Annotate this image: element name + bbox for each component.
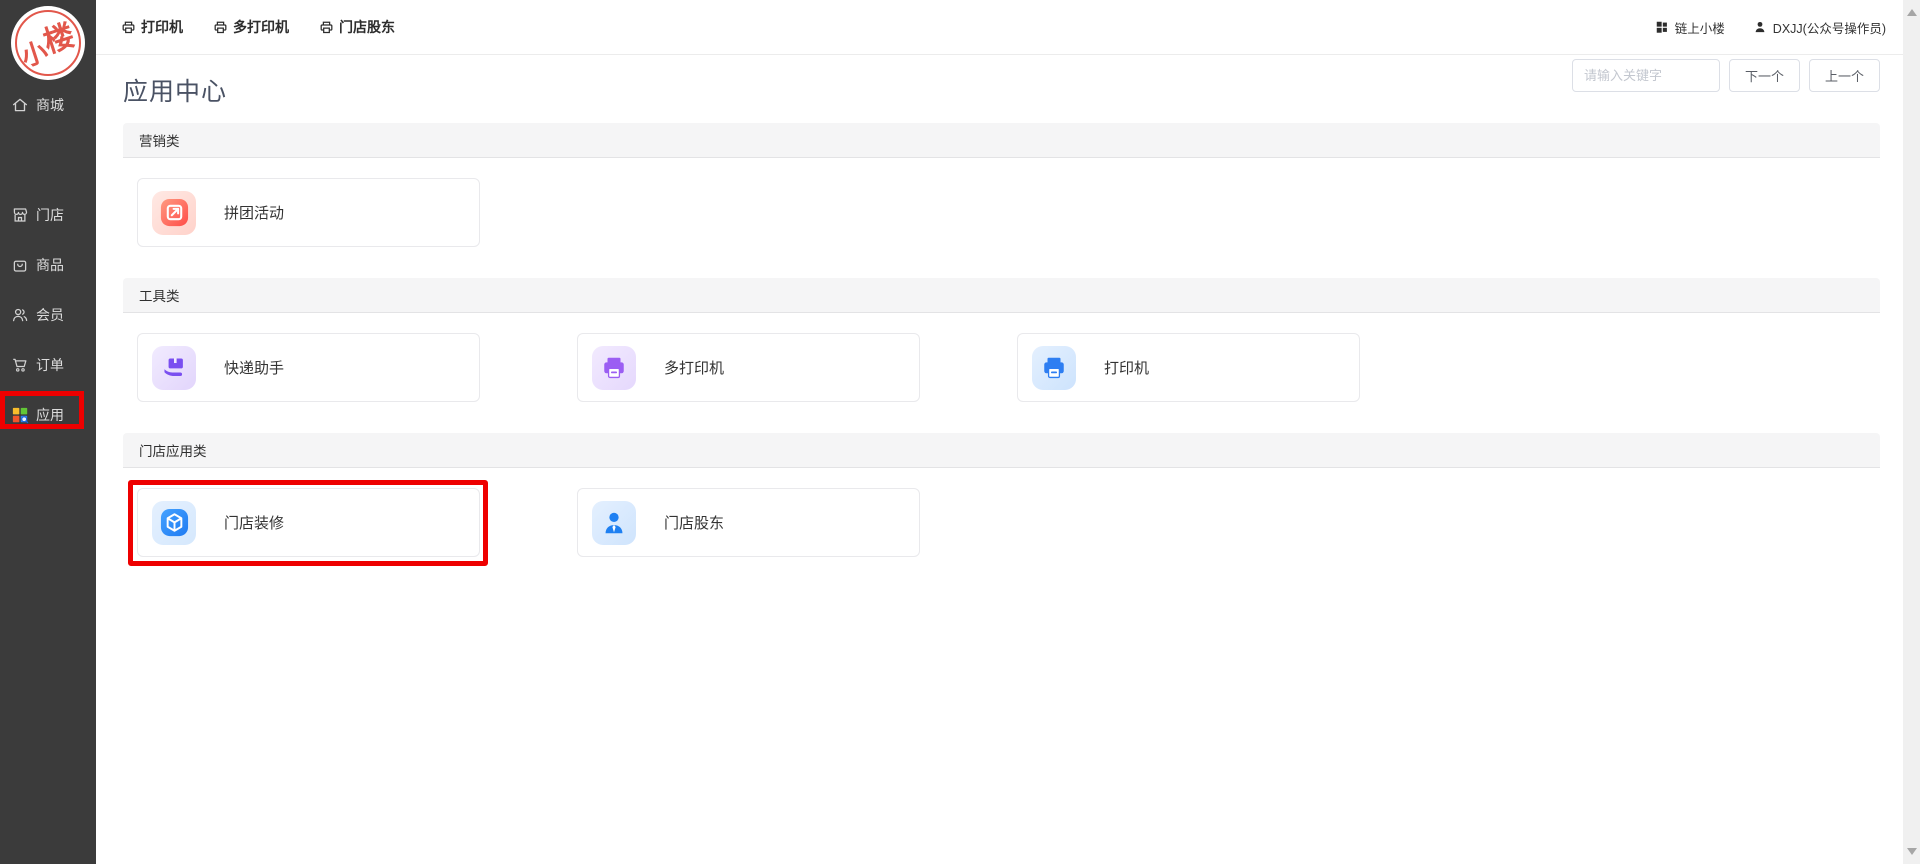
app-label: 门店装修 <box>224 512 284 533</box>
section-marketing: 营销类 拼团活动 <box>123 123 1880 247</box>
sidebar-item-mall[interactable]: 商城 <box>0 95 96 115</box>
section-header-tools: 工具类 <box>123 278 1880 313</box>
app-card-store-decoration[interactable]: 门店装修 <box>137 488 480 557</box>
sidebar-item-label: 订单 <box>36 355 64 375</box>
card-wrap: 拼团活动 <box>137 178 480 247</box>
content: 应用中心 下一个 上一个 营销类 拼团活动 工具类 <box>96 55 1903 557</box>
card-wrap: 快递助手 <box>137 333 480 402</box>
multi-printer-icon <box>592 346 636 390</box>
printer-icon <box>121 20 136 35</box>
scrollbar[interactable] <box>1903 0 1920 864</box>
home-icon <box>11 96 29 114</box>
app-card-store-shareholder[interactable]: 门店股东 <box>577 488 920 557</box>
sidebar-nav: 商城 门店 商品 会员 订单 应用 <box>0 95 96 425</box>
topbar: 打印机 多打印机 门店股东 链上小楼 DXJJ(公众号操作员) <box>96 0 1903 55</box>
members-icon <box>11 306 29 324</box>
user-name: DXJJ(公众号操作员) <box>1773 18 1886 37</box>
app-card-multi-printer[interactable]: 多打印机 <box>577 333 920 402</box>
prev-button[interactable]: 上一个 <box>1809 59 1880 92</box>
app-card-printer[interactable]: 打印机 <box>1017 333 1360 402</box>
group-buy-icon <box>152 191 196 235</box>
app-label: 快递助手 <box>224 357 284 378</box>
sidebar-item-goods[interactable]: 商品 <box>0 255 96 275</box>
scroll-down-icon[interactable] <box>1907 848 1917 855</box>
tab-label: 门店股东 <box>339 17 395 37</box>
section-store-apps: 门店应用类 门店装修 门店股东 <box>123 433 1880 557</box>
search-cluster: 下一个 上一个 <box>1572 59 1880 92</box>
app-label: 门店股东 <box>664 512 724 533</box>
card-wrap: 多打印机 <box>577 333 920 402</box>
sidebar-item-apps[interactable]: 应用 <box>0 405 96 425</box>
tab-multi-printer[interactable]: 多打印机 <box>213 17 289 37</box>
brand-logo: 小 楼 <box>11 6 85 80</box>
section-tools: 工具类 快递助手 多打印机 打印机 <box>123 278 1880 402</box>
sidebar-item-label: 会员 <box>36 305 64 325</box>
cart-icon <box>11 356 29 374</box>
card-wrap: 门店股东 <box>577 488 920 557</box>
printer-icon <box>1032 346 1076 390</box>
card-row: 拼团活动 <box>123 158 1880 247</box>
sidebar-item-label: 门店 <box>36 205 64 225</box>
apps-icon <box>11 406 29 424</box>
sidebar-item-label: 商品 <box>36 255 64 275</box>
sidebar-item-members[interactable]: 会员 <box>0 305 96 325</box>
page-title: 应用中心 <box>123 72 227 108</box>
page-head: 应用中心 下一个 上一个 <box>123 55 1880 123</box>
tab-printer[interactable]: 打印机 <box>121 17 183 37</box>
sidebar-item-stores[interactable]: 门店 <box>0 205 96 225</box>
topbar-right: 链上小楼 DXJJ(公众号操作员) <box>1655 18 1886 37</box>
search-input[interactable] <box>1572 59 1720 92</box>
section-title: 门店应用类 <box>139 440 207 460</box>
section-title: 工具类 <box>139 285 180 305</box>
tab-label: 多打印机 <box>233 17 289 37</box>
next-button[interactable]: 下一个 <box>1729 59 1800 92</box>
card-row: 快递助手 多打印机 打印机 <box>123 313 1880 402</box>
sidebar-item-orders[interactable]: 订单 <box>0 355 96 375</box>
workspace-name: 链上小楼 <box>1675 18 1725 37</box>
workspace-chip[interactable]: 链上小楼 <box>1655 18 1725 37</box>
tab-store-shareholder[interactable]: 门店股东 <box>319 17 395 37</box>
store-icon <box>11 206 29 224</box>
section-header-marketing: 营销类 <box>123 123 1880 158</box>
store-decoration-icon <box>152 501 196 545</box>
sidebar: 小 楼 商城 门店 商品 会员 订单 应用 <box>0 0 96 864</box>
app-card-group-buy[interactable]: 拼团活动 <box>137 178 480 247</box>
card-wrap: 打印机 <box>1017 333 1360 402</box>
goods-icon <box>11 256 29 274</box>
topbar-tabs: 打印机 多打印机 门店股东 <box>121 17 425 37</box>
app-card-express-helper[interactable]: 快递助手 <box>137 333 480 402</box>
app-label: 打印机 <box>1104 357 1149 378</box>
tab-label: 打印机 <box>141 17 183 37</box>
printer-icon <box>319 20 334 35</box>
sections: 营销类 拼团活动 工具类 快递助手 多打印机 <box>123 123 1880 557</box>
user-chip[interactable]: DXJJ(公众号操作员) <box>1753 18 1886 37</box>
sidebar-item-label: 应用 <box>36 405 64 425</box>
store-shareholder-icon <box>592 501 636 545</box>
user-icon <box>1753 20 1767 34</box>
main-area: 打印机 多打印机 门店股东 链上小楼 DXJJ(公众号操作员) 应用中心 下一个… <box>96 0 1903 557</box>
grid-icon <box>1655 20 1669 34</box>
section-header-store-apps: 门店应用类 <box>123 433 1880 468</box>
sidebar-item-label: 商城 <box>36 95 64 115</box>
printer-icon <box>213 20 228 35</box>
scroll-up-icon[interactable] <box>1907 9 1917 16</box>
card-row: 门店装修 门店股东 <box>123 468 1880 557</box>
app-label: 拼团活动 <box>224 202 284 223</box>
section-title: 营销类 <box>139 130 180 150</box>
express-helper-icon <box>152 346 196 390</box>
card-wrap: 门店装修 <box>137 488 480 557</box>
app-label: 多打印机 <box>664 357 724 378</box>
